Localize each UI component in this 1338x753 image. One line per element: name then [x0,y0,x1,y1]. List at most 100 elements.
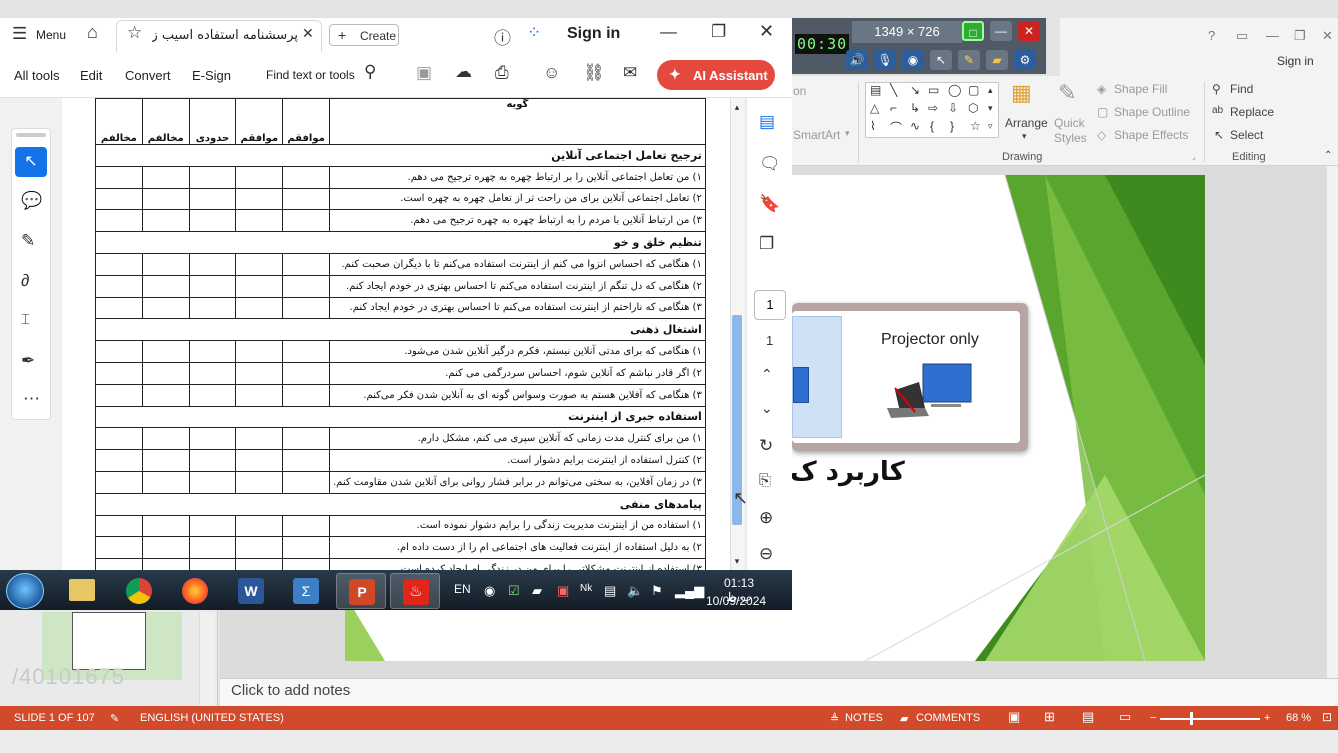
slideshow-icon[interactable]: ▭ [1119,709,1131,725]
restore-icon[interactable]: ❐ [1294,28,1306,44]
rectangle-shape-icon[interactable]: ▭ [928,83,939,97]
answer-cell[interactable] [95,296,143,320]
answer-cell[interactable] [188,252,237,276]
answer-cell[interactable] [95,209,143,233]
rotate-icon[interactable]: ↻ [759,436,773,456]
answer-cell[interactable] [188,340,237,363]
folder-icon[interactable]: ▰ [986,50,1008,70]
normal-view-icon[interactable]: ▣ [1008,709,1020,725]
answer-cell[interactable] [188,427,237,451]
zoom-in-icon[interactable]: + [1264,712,1270,724]
minimize-icon[interactable]: — [660,22,677,42]
projector-only-label[interactable]: Projector only [881,331,979,349]
select-cursor-icon[interactable]: ↖ [15,147,47,177]
answer-cell[interactable] [95,536,143,560]
recorder-close-icon[interactable]: ✕ [1018,21,1040,41]
ai-assistant-button[interactable]: ✦ AI Assistant [657,60,775,90]
answer-cell[interactable] [282,449,330,472]
answer-cell[interactable] [188,470,237,494]
answer-cell[interactable] [141,296,190,320]
answer-cell[interactable] [188,536,237,560]
notes-placeholder[interactable]: Click to add notes [231,682,350,699]
zoom-slider-thumb[interactable] [1190,712,1193,725]
close-window-icon[interactable]: ✕ [759,21,774,42]
ppt-sign-in-link[interactable]: Sign in [1277,54,1314,68]
notes-toggle[interactable]: NOTES [845,712,883,724]
answer-cell[interactable] [188,209,237,233]
edit-button[interactable]: Edit [80,68,102,83]
textbox-shape-icon[interactable]: ▤ [870,83,881,97]
help-icon[interactable]: ⓘ [494,24,511,49]
answer-cell[interactable] [141,165,190,189]
answer-cell[interactable] [141,427,190,451]
arc-shape-icon[interactable]: ⌒ [890,119,902,136]
answer-cell[interactable] [188,383,237,407]
answer-cell[interactable] [141,187,190,211]
current-page-input[interactable]: 1 [754,290,786,320]
answer-cell[interactable] [235,383,284,407]
link-icon[interactable]: ⛓ [583,63,605,83]
collapse-ribbon-icon[interactable]: ⌃ [1324,150,1332,161]
answer-cell[interactable] [235,209,284,233]
answer-cell[interactable] [282,274,330,298]
answer-cell[interactable] [188,187,237,211]
answer-cell[interactable] [95,449,143,472]
slide-thumbnail-preview[interactable] [72,612,146,670]
answer-cell[interactable] [282,296,330,320]
reading-view-icon[interactable]: ▤ [1082,709,1094,725]
input-language[interactable]: EN [454,582,471,596]
answer-cell[interactable] [188,514,237,538]
answer-cell[interactable] [141,536,190,560]
answer-cell[interactable] [95,470,143,494]
highlight-pen-icon[interactable]: ✎ [21,231,35,251]
draw-freehand-icon[interactable]: ∂ [21,271,29,291]
sign-pen-icon[interactable]: ✒ [21,351,35,371]
home-icon[interactable]: ⌂ [87,22,98,43]
select-button[interactable]: Select [1230,128,1263,142]
taskbar-firefox[interactable] [170,573,220,609]
answer-cell[interactable] [141,449,190,472]
answer-cell[interactable] [188,274,237,298]
thumbnail-scrollbar[interactable] [199,612,215,706]
brace-right-shape-icon[interactable]: } [950,119,954,133]
text-box-icon[interactable]: ⌶ [21,311,30,328]
answer-cell[interactable] [95,274,143,298]
rounded-rect-shape-icon[interactable]: ▢ [968,83,979,97]
bookmark-star-icon[interactable]: ☆ [127,23,142,43]
answer-cell[interactable] [282,340,330,363]
ribbon-display-icon[interactable]: ▭ [1236,28,1248,44]
drawing-launcher-icon[interactable]: ⌟ [1192,152,1196,161]
shapes-gallery[interactable]: ▤ ╲ ↘ ▭ ◯ ▢ △ ⌐ ↳ ⇨ ⇩ ⬡ ⌇ ⌒ ∿ { } ☆ ▴ ▾ … [865,82,999,138]
notes-pane[interactable] [220,678,1338,706]
zoom-level[interactable]: 68 % [1286,712,1311,724]
answer-cell[interactable] [95,427,143,451]
brace-left-shape-icon[interactable]: { [930,119,934,133]
pages-icon[interactable]: ❐ [759,234,774,254]
comments-panel-icon[interactable]: 🗨 [759,154,781,174]
prev-page-icon[interactable]: ⌃ [761,366,773,383]
answer-cell[interactable] [188,361,237,385]
down-arrow-shape-icon[interactable]: ⇩ [948,101,958,115]
answer-cell[interactable] [282,383,330,407]
answer-cell[interactable] [188,296,237,320]
start-button[interactable] [6,573,44,609]
search-icon[interactable]: ⚲ [364,62,376,82]
answer-cell[interactable] [235,470,284,494]
slide-sorter-icon[interactable]: ⊞ [1044,709,1055,725]
slide-title[interactable]: کاربرد ک [790,457,905,487]
answer-cell[interactable] [282,536,330,560]
tray-flag-icon[interactable]: ⚑ [651,583,663,599]
projector-only-icon[interactable] [885,360,975,422]
answer-cell[interactable] [95,383,143,407]
tray-volume-icon[interactable]: 🔈 [627,583,643,599]
close-icon[interactable]: ✕ [1322,28,1333,44]
zoom-slider[interactable] [1160,718,1260,720]
answer-cell[interactable] [141,252,190,276]
answer-cell[interactable] [141,383,190,407]
create-button[interactable]: + Create [329,24,399,46]
shape-fill-button[interactable]: Shape Fill [1114,82,1167,96]
tray-signal-icon[interactable]: ▂▄▆ [675,583,704,599]
answer-cell[interactable] [235,187,284,211]
projection-option-tile[interactable] [792,316,842,438]
curve-shape-icon[interactable]: ⌇ [870,119,876,133]
